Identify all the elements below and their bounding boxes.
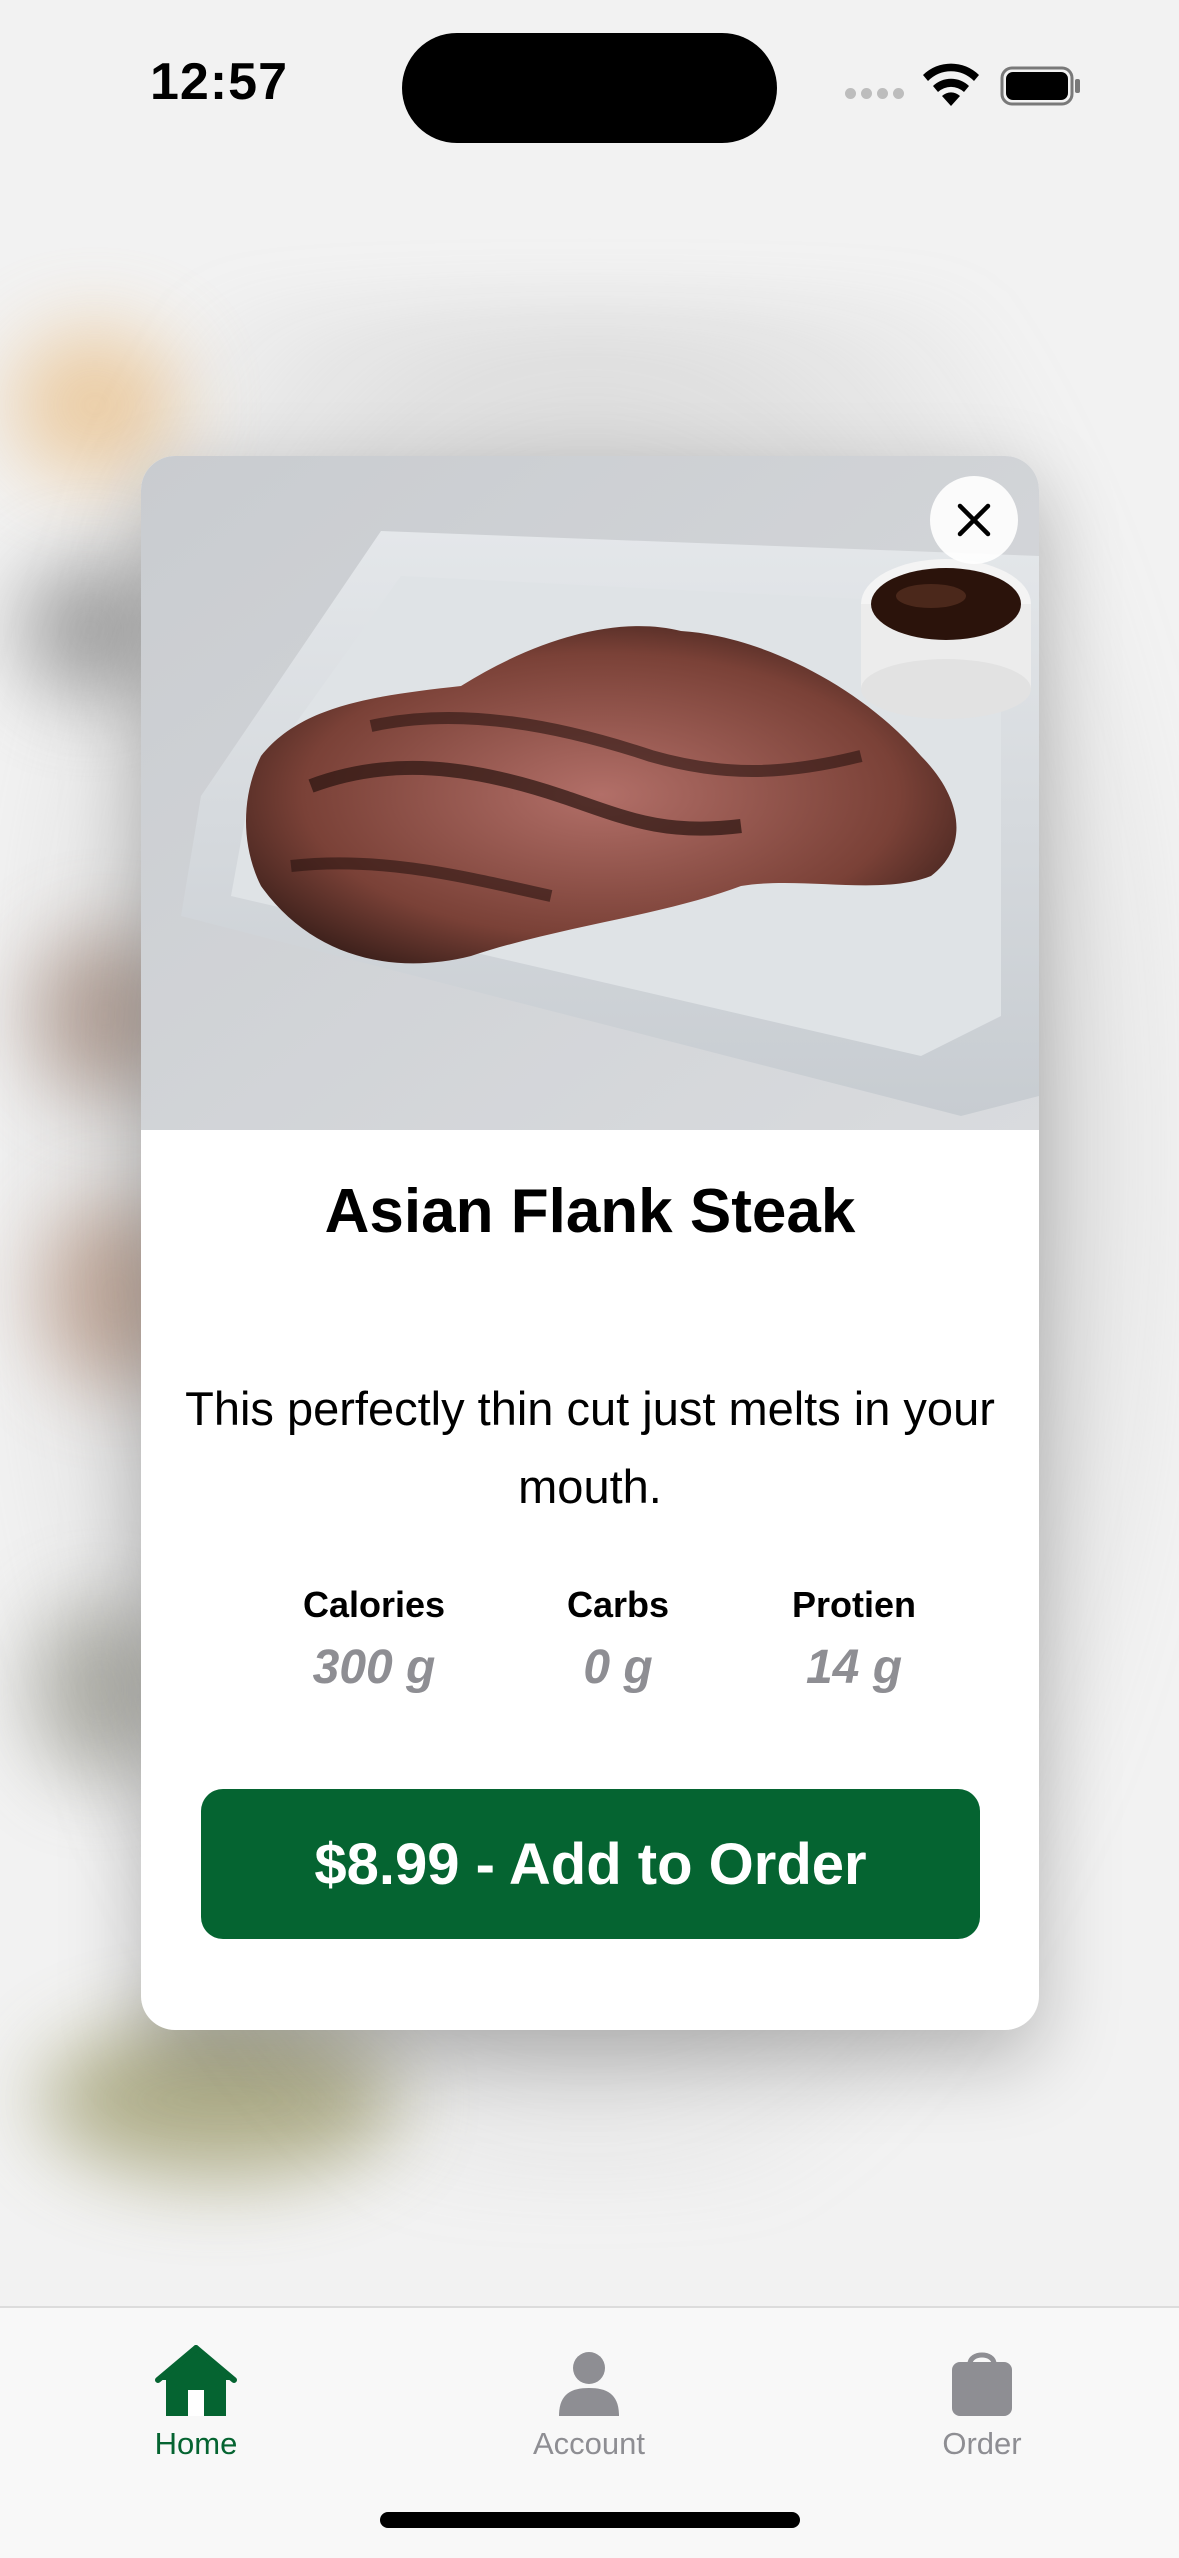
nutrition-protein: Protien 14 g — [734, 1584, 974, 1695]
cellular-signal-icon — [845, 86, 909, 104]
tab-label: Order — [942, 2426, 1022, 2461]
wifi-icon — [920, 62, 982, 113]
tab-label: Account — [532, 2426, 645, 2461]
steak-photo — [141, 456, 1039, 1130]
tab-account[interactable]: Account — [469, 2318, 709, 2462]
nutrition-calories: Calories 300 g — [254, 1584, 494, 1695]
item-description: This perfectly thin cut just melts in yo… — [185, 1382, 995, 1513]
battery-icon — [1000, 66, 1082, 111]
item-detail-card: Asian Flank Steak This perfectly thin cu… — [141, 456, 1039, 2030]
close-icon — [957, 503, 991, 537]
home-indicator — [380, 2512, 800, 2528]
house-icon — [155, 2345, 237, 2416]
person-icon — [559, 2352, 619, 2416]
tab-order[interactable]: Order — [862, 2318, 1102, 2462]
status-time: 12:57 — [150, 53, 288, 111]
item-title: Asian Flank Steak — [324, 1177, 856, 1246]
nutrition-value: 300 g — [312, 1641, 436, 1694]
nutrition-label: Calories — [302, 1584, 446, 1625]
nutrition-facts: Calories 300 g Carbs 0 g Protien 14 g — [141, 1584, 1039, 1724]
nutrition-label: Protien — [791, 1584, 916, 1625]
status-bar: 12:57 — [0, 0, 1179, 160]
add-to-order-button[interactable]: $8.99 - Add to Order — [201, 1789, 980, 1939]
tab-home[interactable]: Home — [76, 2318, 316, 2462]
nutrition-label: Carbs — [566, 1584, 670, 1625]
close-button[interactable] — [930, 476, 1018, 564]
tab-label: Home — [154, 2426, 238, 2461]
nutrition-value: 14 g — [805, 1641, 903, 1694]
bag-icon — [952, 2352, 1012, 2416]
dynamic-island — [402, 33, 777, 143]
nutrition-value: 0 g — [583, 1641, 653, 1694]
nutrition-carbs: Carbs 0 g — [498, 1584, 738, 1695]
